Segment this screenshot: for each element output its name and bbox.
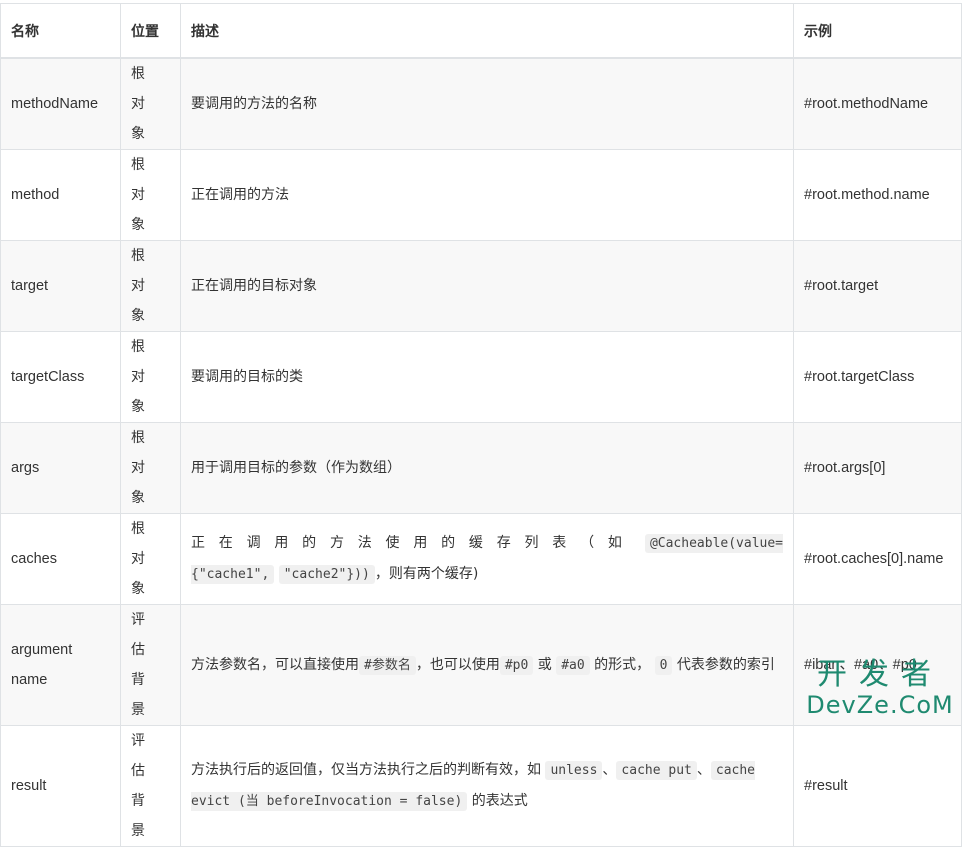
cell-name: caches [0,513,121,605]
table-header-row: 名称 位置 描述 示例 [0,3,962,59]
cell-example: #root.target [793,240,962,332]
cell-description: 要调用的目标的类 [180,331,794,423]
cell-name: target [0,240,121,332]
cell-position: 根对象 [120,422,181,514]
table-row: result 评估背景 方法执行后的返回值，仅当方法执行之后的判断有效，如 un… [0,725,962,847]
cell-position: 根对象 [120,240,181,332]
inline-code: 0 [654,655,673,675]
description-text: 、 [696,762,711,778]
cell-description: 要调用的方法的名称 [180,57,794,150]
description-text: 方法参数名，可以直接使用 [191,656,359,673]
cell-description: 正在调用的目标对象 [180,240,794,332]
cell-position: 评估背景 [120,725,181,847]
watermark-domain-text: DevZe.CoM [806,691,954,719]
watermark-chinese-text: 开发者 [817,657,943,692]
description-text: 代表参数的索引 [676,656,775,673]
table-row: targetClass 根对象 要调用的目标的类 #root.targetCla… [0,331,962,423]
cell-description: 方法执行后的返回值，仅当方法执行之后的判断有效，如 unless、 cache p… [180,725,794,847]
description-text: ，也可以使用 [415,656,500,673]
inline-code: #参数名 [359,655,416,675]
cell-position: 根对象 [120,149,181,241]
cell-name: targetClass [0,331,121,423]
inline-code: "cache2"})) [278,565,375,584]
cell-example: #result [793,725,962,847]
cell-position: 根对象 [120,57,181,150]
description-text: 的表达式 [471,793,528,809]
cell-description: 正在调用的方法 [180,149,794,241]
cell-example: #root.methodName [793,57,962,150]
description-text: 的形式， [594,656,651,673]
cell-position: 根对象 [120,513,181,605]
cell-description: 正在调用的方法使用的缓存列表（如 @Cacheable(value={"cach… [180,513,794,605]
cell-position: 根对象 [120,331,181,423]
description-text: ，则有两个缓存) [374,566,479,582]
header-example: 示例 [793,3,962,59]
table-row: target 根对象 正在调用的目标对象 #root.target [0,240,962,332]
cell-name: method [0,149,121,241]
header-name: 名称 [0,3,121,59]
cell-example: #root.targetClass [793,331,962,423]
table-row: caches 根对象 正在调用的方法使用的缓存列表（如 @Cacheable(v… [0,513,962,605]
cell-description: 方法参数名，可以直接使用 #参数名 ，也可以使用 #p0 或 #a0 的形式， 0 代… [180,604,794,726]
table-row: args 根对象 用于调用目标的参数（作为数组） #root.args[0] [0,422,962,514]
cell-example: #root.caches[0].name [793,513,962,605]
cell-description: 用于调用目标的参数（作为数组） [180,422,794,514]
table-row: methodName 根对象 要调用的方法的名称 #root.methodNam… [0,57,962,150]
cell-example: #root.method.name [793,149,962,241]
cell-example: #root.args[0] [793,422,962,514]
cell-name: argument name [0,604,121,726]
inline-code: unless [545,761,603,780]
header-position: 位置 [120,3,181,59]
spel-context-table: 名称 位置 描述 示例 methodName 根对象 要调用的方法的名称 #ro… [0,3,962,847]
description-text: 正在调用的方法使用的缓存列表（如 [191,535,636,551]
description-text: 或 [537,656,552,673]
inline-code: #a0 [556,655,590,675]
cell-name: methodName [0,57,121,150]
inline-code: cache put [616,761,697,780]
cell-position: 评估背景 [120,604,181,726]
site-watermark-logo: 开发者 DevZe.CoM [805,658,955,720]
description-text: 方法执行后的返回值，仅当方法执行之后的判断有效，如 [191,762,541,778]
description-text: 、 [602,762,617,778]
cell-name: args [0,422,121,514]
inline-code: #p0 [499,655,534,675]
table-row: method 根对象 正在调用的方法 #root.method.name [0,149,962,241]
header-description: 描述 [180,3,794,59]
cell-name: result [0,725,121,847]
